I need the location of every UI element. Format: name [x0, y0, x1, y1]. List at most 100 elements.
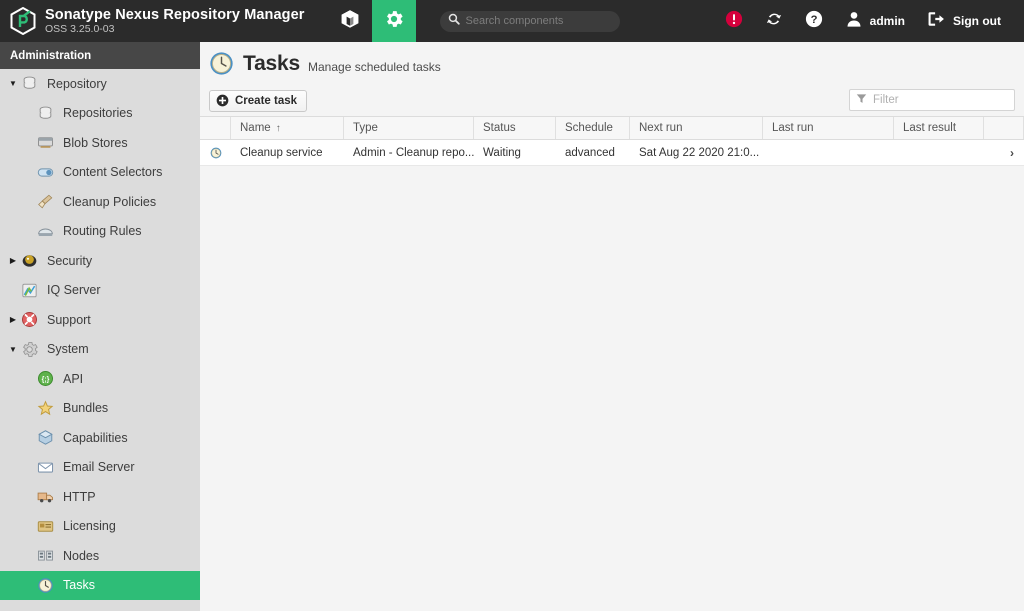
table-row[interactable]: Cleanup serviceAdmin - Cleanup repo...Wa…: [200, 140, 1024, 166]
sidebar-item-system[interactable]: ▼ System: [0, 335, 200, 365]
sidebar-item-tasks[interactable]: Tasks: [0, 571, 200, 601]
gear-icon: [383, 8, 405, 35]
sidebar-item-repository[interactable]: ▼ Repository: [0, 69, 200, 99]
main-content: Tasks Manage scheduled tasks Create task: [200, 42, 1024, 611]
sidebar-item-label: Content Selectors: [63, 165, 162, 179]
sign-out-button[interactable]: Sign out: [916, 0, 1012, 42]
sidebar-item-label: Routing Rules: [63, 224, 142, 238]
search-box[interactable]: [440, 11, 620, 32]
chevron-right-icon[interactable]: ▶: [6, 315, 20, 324]
database-icon: [36, 104, 55, 123]
create-task-button[interactable]: Create task: [209, 90, 307, 112]
broom-icon: [36, 192, 55, 211]
column-header-chev[interactable]: [984, 117, 1024, 139]
brand[interactable]: Sonatype Nexus Repository Manager OSS 3.…: [0, 0, 305, 42]
sidebar-item-blob-stores[interactable]: Blob Stores: [0, 128, 200, 158]
column-header-result[interactable]: Last result: [894, 117, 984, 139]
sidebar-item-routing-rules[interactable]: Routing Rules: [0, 217, 200, 247]
sidebar-item-label: Blob Stores: [63, 136, 128, 150]
column-header-next[interactable]: Next run: [630, 117, 763, 139]
sidebar-item-label: Repository: [47, 77, 107, 91]
refresh-button[interactable]: [754, 0, 794, 42]
sidebar-item-http[interactable]: HTTP: [0, 482, 200, 512]
sidebar-item-iq-server[interactable]: IQ Server: [0, 276, 200, 306]
cube-icon: [339, 8, 361, 35]
svg-text:{;}: {;}: [42, 377, 50, 384]
cell-status: Waiting: [474, 140, 556, 165]
page-subtitle: Manage scheduled tasks: [308, 60, 441, 74]
sidebar-item-nodes[interactable]: Nodes: [0, 541, 200, 571]
refresh-icon: [765, 10, 783, 33]
sidebar: Administration ▼ Repository Repositories Bl…: [0, 42, 200, 611]
sidebar-item-content-selectors[interactable]: Content Selectors: [0, 158, 200, 188]
help-button[interactable]: ?: [794, 0, 834, 42]
column-header-icon[interactable]: [200, 117, 231, 139]
column-header-label: Type: [353, 122, 378, 134]
sidebar-item-label: System: [47, 342, 89, 356]
email-icon: [36, 458, 55, 477]
column-header-sched[interactable]: Schedule: [556, 117, 630, 139]
brand-version: OSS 3.25.0-03: [45, 24, 305, 35]
plus-circle-icon: [216, 94, 229, 107]
sidebar-item-security[interactable]: ▶Security: [0, 246, 200, 276]
chevron-right-icon[interactable]: ▶: [6, 256, 20, 265]
support-icon: [20, 310, 39, 329]
chevron-down-icon[interactable]: ▼: [6, 79, 20, 88]
sidebar-item-email-server[interactable]: Email Server: [0, 453, 200, 483]
search-icon: [448, 12, 460, 30]
truck-icon: [36, 487, 55, 506]
sidebar-item-label: Capabilities: [63, 431, 128, 445]
bundles-icon: [36, 399, 55, 418]
license-icon: [36, 517, 55, 536]
search-input[interactable]: [466, 15, 606, 27]
content-selector-icon: [36, 163, 55, 182]
page-title: Tasks: [243, 52, 300, 76]
column-header-status[interactable]: Status: [474, 117, 556, 139]
cell-type: Admin - Cleanup repo...: [344, 140, 474, 165]
alerts-button[interactable]: [714, 0, 754, 42]
sidebar-item-repositories[interactable]: Repositories: [0, 99, 200, 129]
cell-sched: advanced: [556, 140, 630, 165]
sidebar-item-api[interactable]: {;}API: [0, 364, 200, 394]
help-circle-icon: ?: [805, 10, 823, 33]
sign-out-icon: [927, 10, 946, 33]
nexus-hexagon-logo-icon: [10, 7, 36, 35]
sidebar-item-support[interactable]: ▶Support: [0, 305, 200, 335]
sort-ascending-icon: ↑: [276, 123, 281, 134]
tasks-table-header: Name↑ Type Status ScheduleNext runLast run L…: [200, 116, 1024, 140]
sidebar-item-bundles[interactable]: Bundles: [0, 394, 200, 424]
header-right-menu: ? admin Sign out: [714, 0, 1024, 42]
sidebar-item-capabilities[interactable]: Capabilities: [0, 423, 200, 453]
user-menu[interactable]: admin: [834, 0, 916, 42]
column-header-name[interactable]: Name↑: [231, 117, 344, 139]
chevron-right-icon: ›: [1010, 146, 1014, 160]
create-task-label: Create task: [235, 95, 297, 107]
svg-text:?: ?: [810, 14, 817, 26]
sidebar-item-label: Tasks: [63, 578, 95, 592]
user-icon: [845, 10, 863, 33]
tab-browse[interactable]: [328, 0, 372, 42]
column-header-last[interactable]: Last run: [763, 117, 894, 139]
filter-input[interactable]: [873, 94, 1003, 106]
sidebar-item-licensing[interactable]: Licensing: [0, 512, 200, 542]
filter-box[interactable]: [849, 89, 1015, 111]
row-expand-chevron[interactable]: ›: [984, 140, 1024, 165]
tab-administration[interactable]: [372, 0, 416, 42]
system-gear-icon: [20, 340, 39, 359]
clock-icon: [209, 146, 223, 160]
toolbar: Create task: [200, 85, 1024, 116]
column-header-label: Status: [483, 122, 516, 134]
chevron-down-icon[interactable]: ▼: [6, 345, 20, 354]
sidebar-item-label: Cleanup Policies: [63, 195, 156, 209]
sidebar-title: Administration: [0, 42, 200, 69]
clock-icon: [36, 576, 55, 595]
user-name-label: admin: [870, 14, 905, 28]
header-tabs: [328, 0, 416, 42]
column-header-label: Last result: [903, 122, 956, 134]
sidebar-item-label: Email Server: [63, 460, 135, 474]
sidebar-item-cleanup-policies[interactable]: Cleanup Policies: [0, 187, 200, 217]
column-header-type[interactable]: Type: [344, 117, 474, 139]
blob-store-icon: [36, 133, 55, 152]
clock-icon: [209, 51, 234, 76]
filter-icon: [856, 91, 867, 109]
